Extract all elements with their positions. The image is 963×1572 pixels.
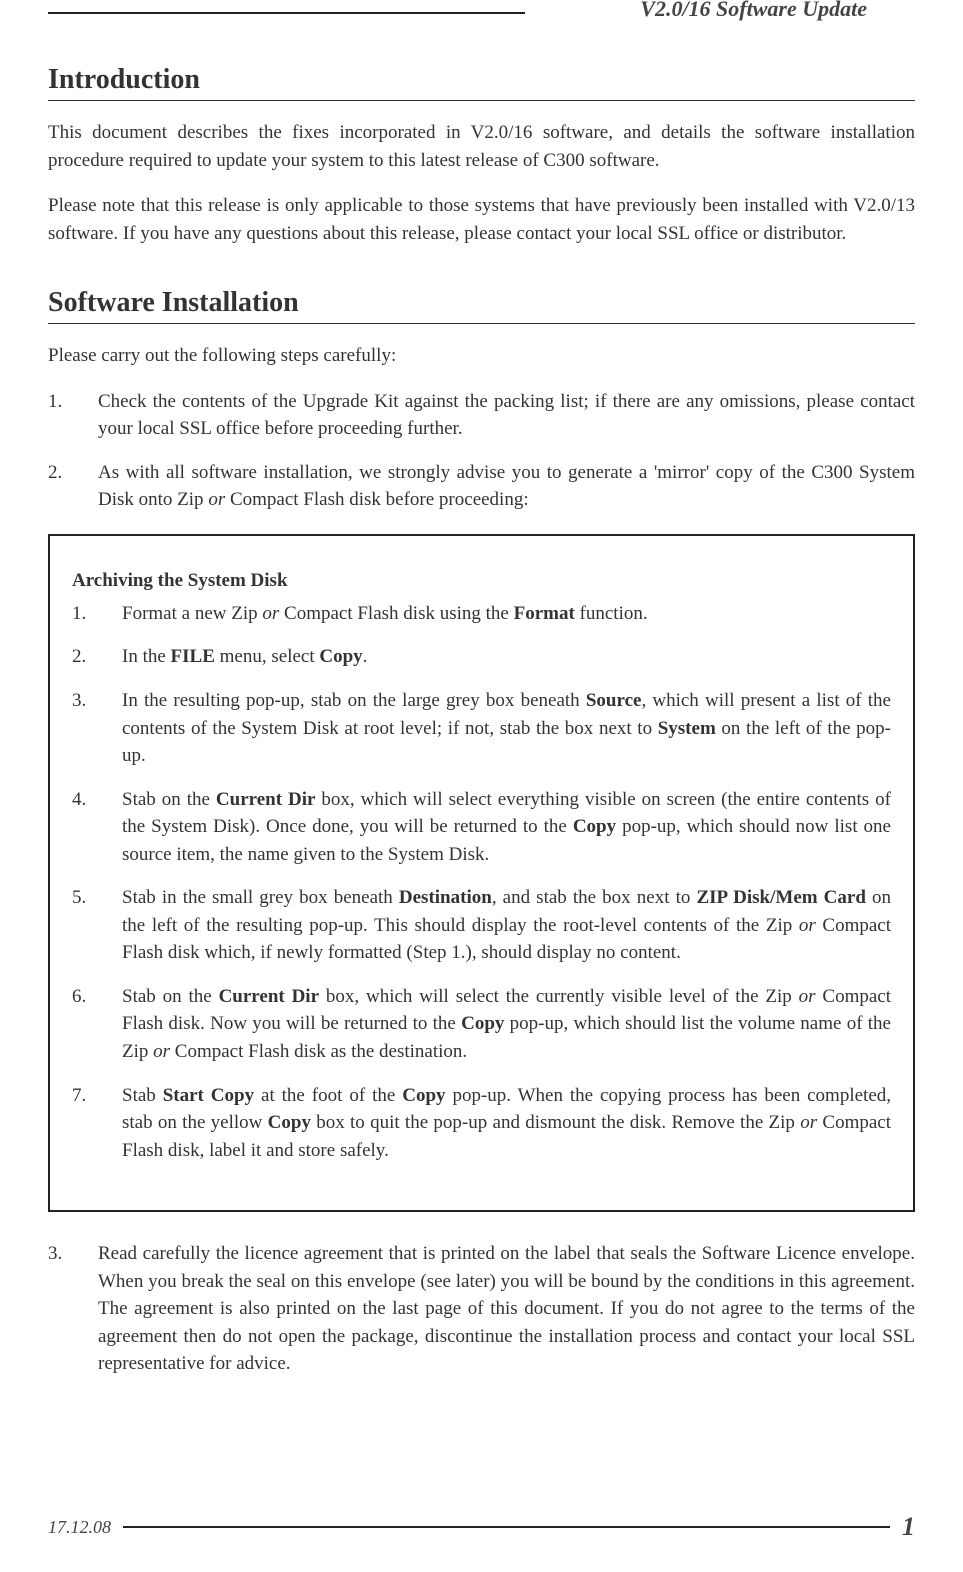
list-number: 2. — [72, 643, 122, 671]
list-item: 1.Format a new Zip or Compact Flash disk… — [72, 600, 891, 628]
list-text: Read carefully the licence agreement tha… — [98, 1240, 915, 1378]
archive-box: Archiving the System Disk 1.Format a new… — [48, 534, 915, 1212]
list-text: As with all software installation, we st… — [98, 459, 915, 514]
page: V2.0/16 Software Update Introduction Thi… — [0, 0, 963, 1572]
footer-rule — [123, 1526, 890, 1528]
list-number: 7. — [72, 1082, 122, 1165]
footer: 17.12.08 1 — [48, 1512, 915, 1542]
list-item: 3.Read carefully the licence agreement t… — [48, 1240, 915, 1378]
list-text: Stab on the Current Dir box, which will … — [122, 786, 891, 869]
list-item: 3.In the resulting pop-up, stab on the l… — [72, 687, 891, 770]
list-item: 1.Check the contents of the Upgrade Kit … — [48, 388, 915, 443]
list-item: 4.Stab on the Current Dir box, which wil… — [72, 786, 891, 869]
list-text: Stab Start Copy at the foot of the Copy … — [122, 1082, 891, 1165]
footer-page-number: 1 — [902, 1512, 915, 1542]
intro-paragraph-2: Please note that this release is only ap… — [48, 192, 915, 247]
list-text: In the resulting pop-up, stab on the lar… — [122, 687, 891, 770]
list-number: 3. — [48, 1240, 98, 1378]
list-item: 2.As with all software installation, we … — [48, 459, 915, 514]
list-item: 2.In the FILE menu, select Copy. — [72, 643, 891, 671]
list-number: 5. — [72, 884, 122, 967]
list-text: Stab on the Current Dir box, which will … — [122, 983, 891, 1066]
list-number: 2. — [48, 459, 98, 514]
list-text: Stab in the small grey box beneath Desti… — [122, 884, 891, 967]
install-lead: Please carry out the following steps car… — [48, 342, 915, 370]
list-item: 6.Stab on the Current Dir box, which wil… — [72, 983, 891, 1066]
heading-software-installation: Software Installation — [48, 287, 915, 319]
list-number: 1. — [48, 388, 98, 443]
list-text: Check the contents of the Upgrade Kit ag… — [98, 388, 915, 443]
list-number: 1. — [72, 600, 122, 628]
running-title: V2.0/16 Software Update — [640, 0, 867, 22]
install-steps-top: 1.Check the contents of the Upgrade Kit … — [48, 388, 915, 514]
archive-steps: 1.Format a new Zip or Compact Flash disk… — [72, 600, 891, 1164]
archive-box-title: Archiving the System Disk — [72, 570, 891, 592]
heading-introduction: Introduction — [48, 64, 915, 96]
list-number: 3. — [72, 687, 122, 770]
intro-paragraph-1: This document describes the fixes incorp… — [48, 119, 915, 174]
heading-underline — [48, 100, 915, 101]
list-text: In the FILE menu, select Copy. — [122, 643, 891, 671]
heading-underline — [48, 323, 915, 324]
footer-date: 17.12.08 — [48, 1517, 111, 1538]
list-number: 6. — [72, 983, 122, 1066]
list-item: 5.Stab in the small grey box beneath Des… — [72, 884, 891, 967]
list-text: Format a new Zip or Compact Flash disk u… — [122, 600, 891, 628]
list-number: 4. — [72, 786, 122, 869]
header-rule — [48, 12, 525, 14]
list-item: 7.Stab Start Copy at the foot of the Cop… — [72, 1082, 891, 1165]
install-steps-bottom: 3.Read carefully the licence agreement t… — [48, 1240, 915, 1378]
